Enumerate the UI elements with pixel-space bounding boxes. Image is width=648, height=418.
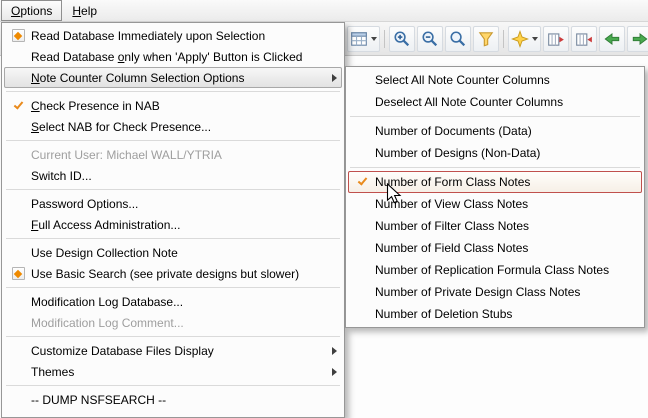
menubar-item-options[interactable]: Options <box>1 0 62 21</box>
submenu-item-number-of-view-class-notes[interactable]: Number of View Class Notes <box>348 193 642 215</box>
submenu-item-label: Number of Deletion Stubs <box>375 307 512 321</box>
options-menu-item-current-user-michael-wall-ytria: Current User: Michael WALL/YTRIA <box>4 144 342 165</box>
submenu-item-label: Number of Replication Formula Class Note… <box>375 263 609 277</box>
submenu-arrow-icon <box>332 347 337 355</box>
menubar-item-help[interactable]: Help <box>62 0 107 21</box>
dropdown-arrow-icon <box>371 37 377 41</box>
submenu-item-number-of-replication-formula-class-notes[interactable]: Number of Replication Formula Class Note… <box>348 259 642 281</box>
options-menu: Read Database Immediately upon Selection… <box>1 22 345 418</box>
submenu-item-number-of-field-class-notes[interactable]: Number of Field Class Notes <box>348 237 642 259</box>
options-menu-item-label: -- DUMP NSFSEARCH -- <box>31 393 166 407</box>
note-counter-submenu: Select All Note Counter Columns Deselect … <box>345 66 645 328</box>
submenu-item-number-of-documents-data[interactable]: Number of Documents (Data) <box>348 120 642 142</box>
options-menu-item-label: Themes <box>31 365 74 379</box>
submenu-item-label: Number of Documents (Data) <box>375 124 532 138</box>
submenu-item-number-of-form-class-notes[interactable]: Number of Form Class Notes <box>348 171 642 193</box>
options-menu-item-label: Use Basic Search (see private designs bu… <box>31 267 299 281</box>
submenu-item-label: Select All Note Counter Columns <box>375 73 550 87</box>
options-menu-item-modification-log-comment: Modification Log Comment... <box>4 312 342 333</box>
filter-icon[interactable] <box>473 26 499 52</box>
options-menu-separator <box>6 238 340 239</box>
options-menu-separator <box>6 140 340 141</box>
submenu-item-select-all-note-counter-columns[interactable]: Select All Note Counter Columns <box>348 69 642 91</box>
submenu-item-label: Number of Field Class Notes <box>375 241 528 255</box>
options-menu-item-customize-database-files-display[interactable]: Customize Database Files Display <box>4 340 342 361</box>
submenu-item-number-of-filter-class-notes[interactable]: Number of Filter Class Notes <box>348 215 642 237</box>
submenu-item-label: Number of Filter Class Notes <box>375 219 529 233</box>
options-menu-item-dump-nsfsearch[interactable]: -- DUMP NSFSEARCH -- <box>4 389 342 410</box>
toolbar-separator <box>503 30 504 48</box>
options-menu-item-modification-log-database[interactable]: Modification Log Database... <box>4 291 342 312</box>
options-menu-item-note-counter-column-selection-options[interactable]: Note Counter Column Selection Options <box>4 67 342 88</box>
options-menu-item-switch-id[interactable]: Switch ID... <box>4 165 342 186</box>
submenu-arrow-icon <box>332 368 337 376</box>
options-menu-item-password-options[interactable]: Password Options... <box>4 193 342 214</box>
diamond-icon <box>5 29 31 42</box>
export-icon[interactable] <box>627 26 648 52</box>
zoom-in-icon[interactable] <box>389 26 415 52</box>
menubar: OptionsHelp <box>0 0 648 22</box>
dropdown-arrow-icon <box>532 37 538 41</box>
submenu-item-number-of-deletion-stubs[interactable]: Number of Deletion Stubs <box>348 303 642 325</box>
options-menu-item-read-database-only-when-apply-button-is-clicked[interactable]: Read Database only when 'Apply' Button i… <box>4 46 342 67</box>
options-menu-item-label: Customize Database Files Display <box>31 344 214 358</box>
options-menu-item-label: Read Database only when 'Apply' Button i… <box>31 50 302 64</box>
options-menu-item-full-access-administration[interactable]: Full Access Administration... <box>4 214 342 235</box>
options-menu-separator <box>6 287 340 288</box>
options-menu-item-themes[interactable]: Themes <box>4 361 342 382</box>
options-menu-item-label: Switch ID... <box>31 169 92 183</box>
check-icon <box>349 181 375 183</box>
view-options-icon[interactable] <box>347 26 380 52</box>
options-menu-item-label: Select NAB for Check Presence... <box>31 120 211 134</box>
options-menu-item-label: Modification Log Database... <box>31 295 183 309</box>
submenu-item-label: Number of Form Class Notes <box>375 175 530 189</box>
options-menu-separator <box>6 91 340 92</box>
options-menu-item-use-basic-search-see-private-designs-but-slower[interactable]: Use Basic Search (see private designs bu… <box>4 263 342 284</box>
options-menu-separator <box>6 189 340 190</box>
submenu-item-label: Number of Private Design Class Notes <box>375 285 580 299</box>
options-menu-item-label: Note Counter Column Selection Options <box>31 71 244 85</box>
options-menu-item-label: Modification Log Comment... <box>31 316 184 330</box>
import-icon[interactable] <box>599 26 625 52</box>
submenu-item-number-of-designs-non-data[interactable]: Number of Designs (Non-Data) <box>348 142 642 164</box>
submenu-separator <box>350 167 640 168</box>
zoom-out-icon[interactable] <box>417 26 443 52</box>
options-menu-item-label: Use Design Collection Note <box>31 246 178 260</box>
options-menu-item-check-presence-in-nab[interactable]: Check Presence in NAB <box>4 95 342 116</box>
new-item-icon[interactable] <box>508 26 541 52</box>
options-menu-item-label: Current User: Michael WALL/YTRIA <box>31 148 222 162</box>
options-menu-item-label: Read Database Immediately upon Selection <box>31 29 265 43</box>
submenu-separator <box>350 116 640 117</box>
options-menu-separator <box>6 336 340 337</box>
submenu-item-label: Number of Designs (Non-Data) <box>375 146 540 160</box>
options-menu-separator <box>6 385 340 386</box>
options-menu-item-label: Check Presence in NAB <box>31 99 160 113</box>
submenu-arrow-icon <box>332 74 337 82</box>
options-menu-item-use-design-collection-note[interactable]: Use Design Collection Note <box>4 242 342 263</box>
options-menu-item-label: Full Access Administration... <box>31 218 180 232</box>
submenu-item-label: Number of View Class Notes <box>375 197 528 211</box>
app-window: OptionsHelp Read Database Immediately up… <box>0 0 648 418</box>
options-menu-item-select-nab-for-check-presence[interactable]: Select NAB for Check Presence... <box>4 116 342 137</box>
diamond-icon <box>5 267 31 280</box>
toolbar-separator <box>384 30 385 48</box>
zoom-reset-icon[interactable] <box>445 26 471 52</box>
insert-column-icon[interactable] <box>543 26 569 52</box>
options-menu-item-label: Password Options... <box>31 197 138 211</box>
options-menu-item-read-database-immediately-upon-selection[interactable]: Read Database Immediately upon Selection <box>4 25 342 46</box>
submenu-item-number-of-private-design-class-notes[interactable]: Number of Private Design Class Notes <box>348 281 642 303</box>
check-icon <box>5 105 31 107</box>
submenu-item-label: Deselect All Note Counter Columns <box>375 95 563 109</box>
toolbar-icons <box>346 26 648 52</box>
submenu-item-deselect-all-note-counter-columns[interactable]: Deselect All Note Counter Columns <box>348 91 642 113</box>
remove-column-icon[interactable] <box>571 26 597 52</box>
